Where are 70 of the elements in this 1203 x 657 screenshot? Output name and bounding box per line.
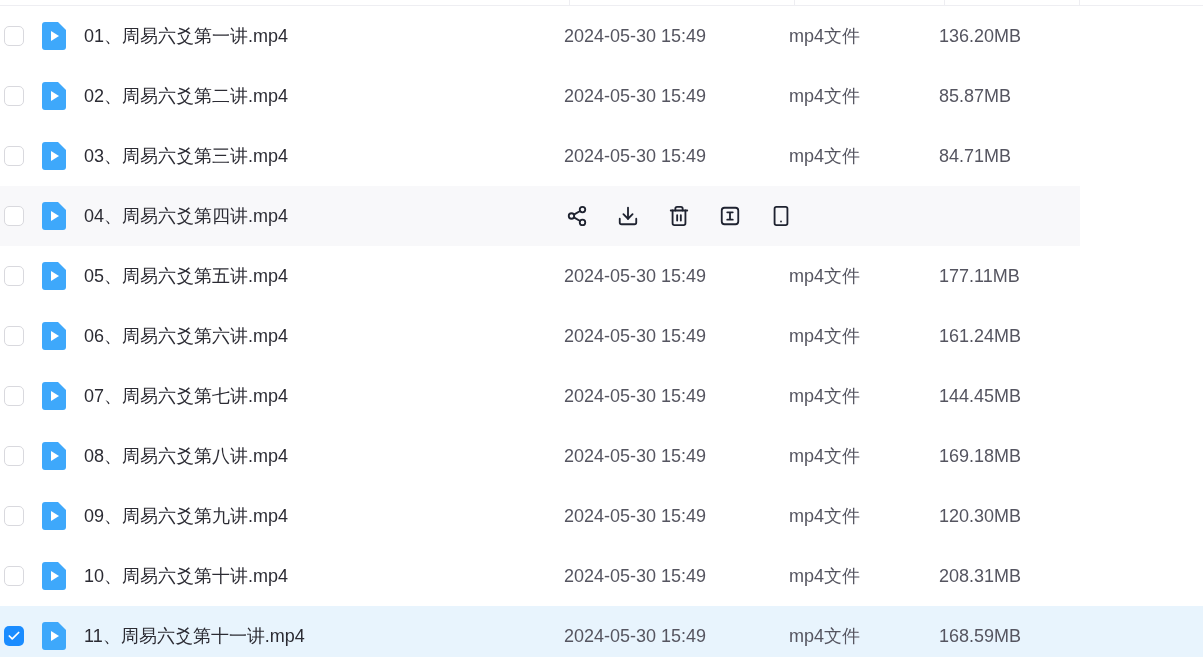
check-icon (7, 629, 21, 643)
modified-date: 2024-05-30 15:49 (564, 264, 708, 288)
checkbox[interactable] (4, 326, 24, 346)
trash-icon[interactable] (668, 205, 690, 227)
file-name[interactable]: 04、周易六爻第四讲.mp4 (84, 202, 564, 230)
file-name[interactable]: 11、周易六爻第十一讲.mp4 (84, 622, 564, 650)
file-name[interactable]: 01、周易六爻第一讲.mp4 (84, 22, 564, 50)
file-name[interactable]: 02、周易六爻第二讲.mp4 (84, 82, 564, 110)
modified-date: 2024-05-30 15:49 (564, 384, 708, 408)
video-file-icon (42, 562, 66, 590)
file-size: 169.18MB (939, 444, 1022, 468)
video-file-icon (42, 502, 66, 530)
video-file-icon (42, 622, 66, 650)
share-icon[interactable] (566, 205, 588, 227)
modified-date: 2024-05-30 15:49 (564, 504, 708, 528)
file-size: 136.20MB (939, 24, 1022, 48)
checkbox[interactable] (4, 266, 24, 286)
text-cursor-box-icon[interactable] (719, 205, 741, 227)
modified-date: 2024-05-30 15:49 (564, 24, 708, 48)
file-size: 144.45MB (939, 384, 1022, 408)
modified-date: 2024-05-30 15:49 (564, 324, 708, 348)
file-name[interactable]: 03、周易六爻第三讲.mp4 (84, 142, 564, 170)
file-name[interactable]: 05、周易六爻第五讲.mp4 (84, 262, 564, 290)
video-file-icon (42, 262, 66, 290)
file-type: mp4文件 (789, 24, 861, 48)
video-file-icon (42, 142, 66, 170)
file-size: 177.11MB (939, 264, 1020, 288)
file-type: mp4文件 (789, 264, 861, 288)
file-size: 84.71MB (939, 144, 1012, 168)
download-icon[interactable] (617, 205, 639, 227)
checkbox[interactable] (4, 146, 24, 166)
modified-date: 2024-05-30 15:49 (564, 444, 708, 468)
file-size: 161.24MB (939, 324, 1022, 348)
video-file-icon (42, 382, 66, 410)
video-file-icon (42, 22, 66, 50)
file-type: mp4文件 (789, 144, 861, 168)
file-name[interactable]: 06、周易六爻第六讲.mp4 (84, 322, 564, 350)
checkbox[interactable] (4, 386, 24, 406)
file-type: mp4文件 (789, 564, 861, 588)
checkbox[interactable] (4, 566, 24, 586)
video-file-icon (42, 442, 66, 470)
file-row[interactable]: 11、周易六爻第十一讲.mp4 2024-05-30 15:49 mp4文件 168.59MB (0, 606, 1203, 657)
modified-date: 2024-05-30 15:49 (564, 84, 708, 108)
file-type: mp4文件 (789, 444, 861, 468)
file-size: 85.87MB (939, 84, 1012, 108)
checkbox[interactable] (4, 446, 24, 466)
checkbox[interactable] (4, 626, 24, 646)
file-name[interactable]: 07、周易六爻第七讲.mp4 (84, 382, 564, 410)
modified-date: 2024-05-30 15:49 (564, 624, 708, 648)
modified-date: 2024-05-30 15:49 (564, 144, 708, 168)
file-type: mp4文件 (789, 84, 861, 108)
video-file-icon (42, 82, 66, 110)
checkbox[interactable] (4, 86, 24, 106)
checkbox[interactable] (4, 206, 24, 226)
file-size: 168.59MB (939, 624, 1022, 648)
file-type: mp4文件 (789, 624, 861, 648)
file-name[interactable]: 10、周易六爻第十讲.mp4 (84, 562, 564, 590)
checkbox[interactable] (4, 506, 24, 526)
video-file-icon (42, 322, 66, 350)
file-size: 120.30MB (939, 504, 1022, 528)
modified-date: 2024-05-30 15:49 (564, 564, 708, 588)
file-type: mp4文件 (789, 504, 861, 528)
file-name[interactable]: 08、周易六爻第八讲.mp4 (84, 442, 564, 470)
file-row[interactable]: 04、周易六爻第四讲.mp4 (0, 186, 1080, 246)
file-type: mp4文件 (789, 324, 861, 348)
checkbox[interactable] (4, 26, 24, 46)
file-size: 208.31MB (939, 564, 1022, 588)
file-name[interactable]: 09、周易六爻第九讲.mp4 (84, 502, 564, 530)
file-type: mp4文件 (789, 384, 861, 408)
video-file-icon (42, 202, 66, 230)
